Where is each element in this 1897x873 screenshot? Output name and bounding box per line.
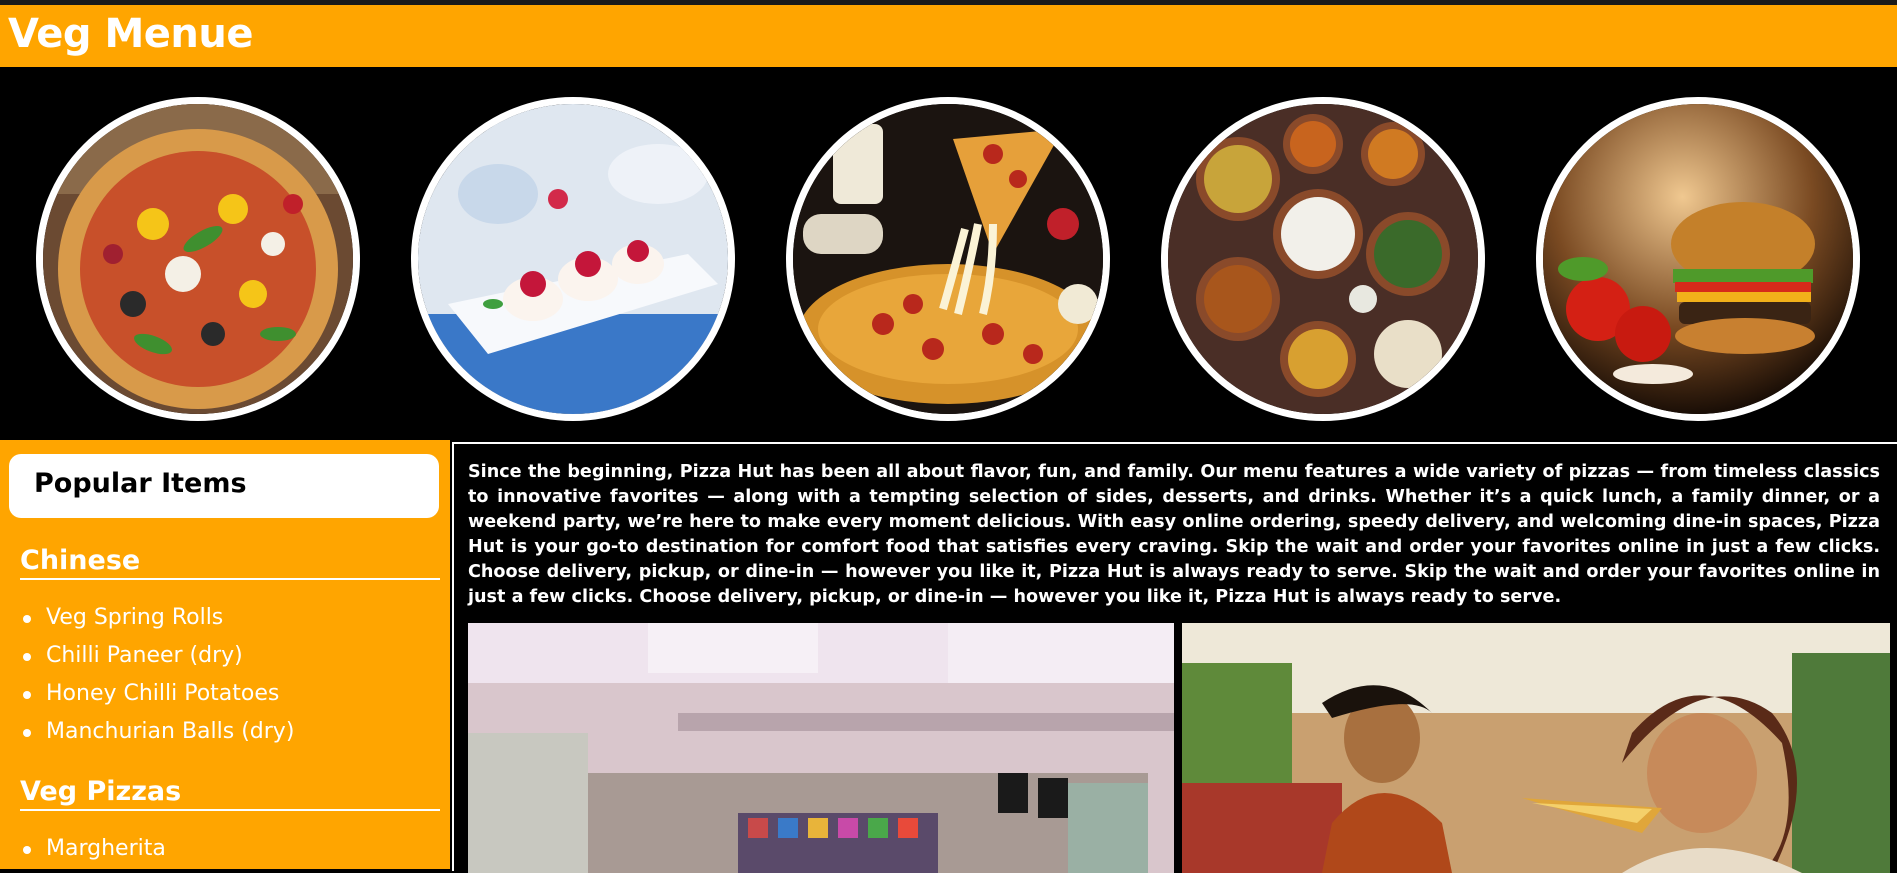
page-title: Veg Menue — [8, 11, 253, 57]
list-item[interactable]: Manchurian Balls (dry) — [20, 713, 294, 751]
indian-thali-image — [1161, 97, 1485, 421]
popular-items-sidebar: Popular Items Chinese Veg Spring Rolls C… — [0, 440, 450, 869]
list-item[interactable]: Veg Spring Rolls — [20, 599, 294, 637]
veg-pizza-image — [36, 97, 360, 421]
list-item[interactable]: Honey Chilli Potatoes — [20, 675, 294, 713]
category-title-chinese: Chinese — [20, 545, 440, 580]
dessert-image — [411, 97, 735, 421]
popular-items-header: Popular Items — [9, 454, 439, 518]
popular-items-title: Popular Items — [34, 468, 247, 499]
main-content: Since the beginning, Pizza Hut has been … — [452, 442, 1897, 873]
customers-eating-image — [1182, 623, 1890, 873]
restaurant-interior-image — [468, 623, 1174, 873]
about-description: Since the beginning, Pizza Hut has been … — [468, 462, 1880, 607]
cheese-pizza-image — [786, 97, 1110, 421]
category-title-veg-pizzas: Veg Pizzas — [20, 776, 440, 811]
chinese-items-list: Veg Spring Rolls Chilli Paneer (dry) Hon… — [20, 599, 294, 751]
food-gallery — [0, 67, 1897, 440]
burger-image — [1536, 97, 1860, 421]
list-item[interactable]: Margherita — [20, 830, 166, 868]
veg-pizzas-items-list: Margherita — [20, 830, 166, 868]
list-item[interactable]: Chilli Paneer (dry) — [20, 637, 294, 675]
header-bar: Veg Menue — [0, 5, 1897, 67]
